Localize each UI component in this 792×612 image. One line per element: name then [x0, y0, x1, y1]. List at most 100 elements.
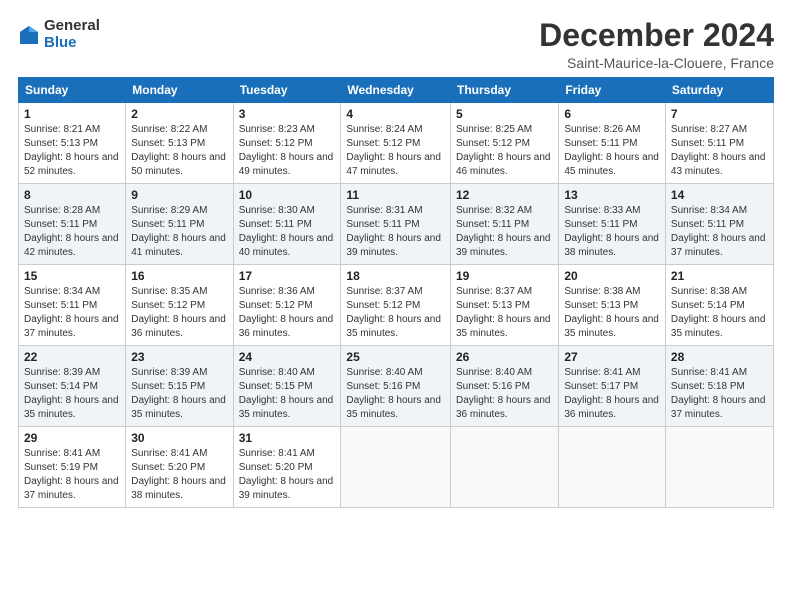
day-number: 27 [564, 350, 660, 364]
day-detail: Sunrise: 8:38 AMSunset: 5:14 PMDaylight:… [671, 286, 766, 339]
table-row [450, 427, 558, 508]
day-detail: Sunrise: 8:40 AMSunset: 5:15 PMDaylight:… [239, 367, 334, 420]
day-detail: Sunrise: 8:22 AMSunset: 5:13 PMDaylight:… [131, 124, 226, 177]
day-number: 21 [671, 269, 768, 283]
header: General Blue December 2024 Saint-Maurice… [18, 18, 774, 71]
day-number: 9 [131, 188, 227, 202]
day-number: 14 [671, 188, 768, 202]
day-number: 5 [456, 107, 553, 121]
table-row [559, 427, 666, 508]
table-row: 9 Sunrise: 8:29 AMSunset: 5:11 PMDayligh… [126, 184, 233, 265]
week-row-3: 15 Sunrise: 8:34 AMSunset: 5:11 PMDaylig… [19, 265, 774, 346]
table-row: 3 Sunrise: 8:23 AMSunset: 5:12 PMDayligh… [233, 103, 341, 184]
day-detail: Sunrise: 8:36 AMSunset: 5:12 PMDaylight:… [239, 286, 334, 339]
day-number: 20 [564, 269, 660, 283]
day-detail: Sunrise: 8:27 AMSunset: 5:11 PMDaylight:… [671, 124, 766, 177]
table-row: 31 Sunrise: 8:41 AMSunset: 5:20 PMDaylig… [233, 427, 341, 508]
table-row: 18 Sunrise: 8:37 AMSunset: 5:12 PMDaylig… [341, 265, 451, 346]
table-row: 19 Sunrise: 8:37 AMSunset: 5:13 PMDaylig… [450, 265, 558, 346]
col-sunday: Sunday [19, 78, 126, 103]
day-number: 18 [346, 269, 445, 283]
day-number: 22 [24, 350, 120, 364]
calendar-table: Sunday Monday Tuesday Wednesday Thursday… [18, 77, 774, 508]
table-row: 17 Sunrise: 8:36 AMSunset: 5:12 PMDaylig… [233, 265, 341, 346]
day-detail: Sunrise: 8:41 AMSunset: 5:18 PMDaylight:… [671, 367, 766, 420]
day-detail: Sunrise: 8:38 AMSunset: 5:13 PMDaylight:… [564, 286, 659, 339]
main-title: December 2024 [539, 18, 774, 53]
table-row: 15 Sunrise: 8:34 AMSunset: 5:11 PMDaylig… [19, 265, 126, 346]
day-number: 11 [346, 188, 445, 202]
table-row [665, 427, 773, 508]
table-row: 30 Sunrise: 8:41 AMSunset: 5:20 PMDaylig… [126, 427, 233, 508]
day-detail: Sunrise: 8:37 AMSunset: 5:12 PMDaylight:… [346, 286, 441, 339]
table-row: 10 Sunrise: 8:30 AMSunset: 5:11 PMDaylig… [233, 184, 341, 265]
header-row: Sunday Monday Tuesday Wednesday Thursday… [19, 78, 774, 103]
week-row-5: 29 Sunrise: 8:41 AMSunset: 5:19 PMDaylig… [19, 427, 774, 508]
calendar-page: General Blue December 2024 Saint-Maurice… [0, 0, 792, 612]
day-number: 23 [131, 350, 227, 364]
table-row: 22 Sunrise: 8:39 AMSunset: 5:14 PMDaylig… [19, 346, 126, 427]
day-detail: Sunrise: 8:26 AMSunset: 5:11 PMDaylight:… [564, 124, 659, 177]
day-detail: Sunrise: 8:34 AMSunset: 5:11 PMDaylight:… [671, 205, 766, 258]
day-number: 6 [564, 107, 660, 121]
day-number: 2 [131, 107, 227, 121]
day-detail: Sunrise: 8:41 AMSunset: 5:20 PMDaylight:… [239, 448, 334, 501]
table-row: 13 Sunrise: 8:33 AMSunset: 5:11 PMDaylig… [559, 184, 666, 265]
day-number: 15 [24, 269, 120, 283]
day-detail: Sunrise: 8:37 AMSunset: 5:13 PMDaylight:… [456, 286, 551, 339]
logo-text: General Blue [44, 18, 100, 51]
table-row: 28 Sunrise: 8:41 AMSunset: 5:18 PMDaylig… [665, 346, 773, 427]
table-row: 16 Sunrise: 8:35 AMSunset: 5:12 PMDaylig… [126, 265, 233, 346]
table-row: 21 Sunrise: 8:38 AMSunset: 5:14 PMDaylig… [665, 265, 773, 346]
day-detail: Sunrise: 8:29 AMSunset: 5:11 PMDaylight:… [131, 205, 226, 258]
day-number: 30 [131, 431, 227, 445]
logo-icon [18, 24, 40, 46]
day-detail: Sunrise: 8:24 AMSunset: 5:12 PMDaylight:… [346, 124, 441, 177]
day-detail: Sunrise: 8:35 AMSunset: 5:12 PMDaylight:… [131, 286, 226, 339]
day-number: 12 [456, 188, 553, 202]
title-block: December 2024 Saint-Maurice-la-Clouere, … [539, 18, 774, 71]
day-number: 28 [671, 350, 768, 364]
table-row: 14 Sunrise: 8:34 AMSunset: 5:11 PMDaylig… [665, 184, 773, 265]
table-row: 2 Sunrise: 8:22 AMSunset: 5:13 PMDayligh… [126, 103, 233, 184]
day-number: 16 [131, 269, 227, 283]
day-detail: Sunrise: 8:39 AMSunset: 5:14 PMDaylight:… [24, 367, 119, 420]
day-detail: Sunrise: 8:40 AMSunset: 5:16 PMDaylight:… [456, 367, 551, 420]
logo-general-text: General [44, 18, 100, 35]
logo-blue-text: Blue [44, 35, 100, 52]
day-number: 17 [239, 269, 336, 283]
day-detail: Sunrise: 8:30 AMSunset: 5:11 PMDaylight:… [239, 205, 334, 258]
col-tuesday: Tuesday [233, 78, 341, 103]
table-row: 27 Sunrise: 8:41 AMSunset: 5:17 PMDaylig… [559, 346, 666, 427]
table-row: 29 Sunrise: 8:41 AMSunset: 5:19 PMDaylig… [19, 427, 126, 508]
day-number: 8 [24, 188, 120, 202]
day-number: 31 [239, 431, 336, 445]
day-number: 13 [564, 188, 660, 202]
day-number: 7 [671, 107, 768, 121]
day-detail: Sunrise: 8:23 AMSunset: 5:12 PMDaylight:… [239, 124, 334, 177]
col-friday: Friday [559, 78, 666, 103]
week-row-2: 8 Sunrise: 8:28 AMSunset: 5:11 PMDayligh… [19, 184, 774, 265]
week-row-4: 22 Sunrise: 8:39 AMSunset: 5:14 PMDaylig… [19, 346, 774, 427]
table-row: 4 Sunrise: 8:24 AMSunset: 5:12 PMDayligh… [341, 103, 451, 184]
col-monday: Monday [126, 78, 233, 103]
table-row: 26 Sunrise: 8:40 AMSunset: 5:16 PMDaylig… [450, 346, 558, 427]
day-detail: Sunrise: 8:41 AMSunset: 5:19 PMDaylight:… [24, 448, 119, 501]
week-row-1: 1 Sunrise: 8:21 AMSunset: 5:13 PMDayligh… [19, 103, 774, 184]
table-row: 12 Sunrise: 8:32 AMSunset: 5:11 PMDaylig… [450, 184, 558, 265]
day-number: 3 [239, 107, 336, 121]
day-number: 19 [456, 269, 553, 283]
day-number: 4 [346, 107, 445, 121]
subtitle: Saint-Maurice-la-Clouere, France [539, 55, 774, 71]
day-number: 24 [239, 350, 336, 364]
col-thursday: Thursday [450, 78, 558, 103]
day-detail: Sunrise: 8:40 AMSunset: 5:16 PMDaylight:… [346, 367, 441, 420]
day-number: 29 [24, 431, 120, 445]
day-detail: Sunrise: 8:25 AMSunset: 5:12 PMDaylight:… [456, 124, 551, 177]
table-row: 11 Sunrise: 8:31 AMSunset: 5:11 PMDaylig… [341, 184, 451, 265]
col-wednesday: Wednesday [341, 78, 451, 103]
table-row: 1 Sunrise: 8:21 AMSunset: 5:13 PMDayligh… [19, 103, 126, 184]
table-row: 5 Sunrise: 8:25 AMSunset: 5:12 PMDayligh… [450, 103, 558, 184]
table-row: 7 Sunrise: 8:27 AMSunset: 5:11 PMDayligh… [665, 103, 773, 184]
day-detail: Sunrise: 8:39 AMSunset: 5:15 PMDaylight:… [131, 367, 226, 420]
